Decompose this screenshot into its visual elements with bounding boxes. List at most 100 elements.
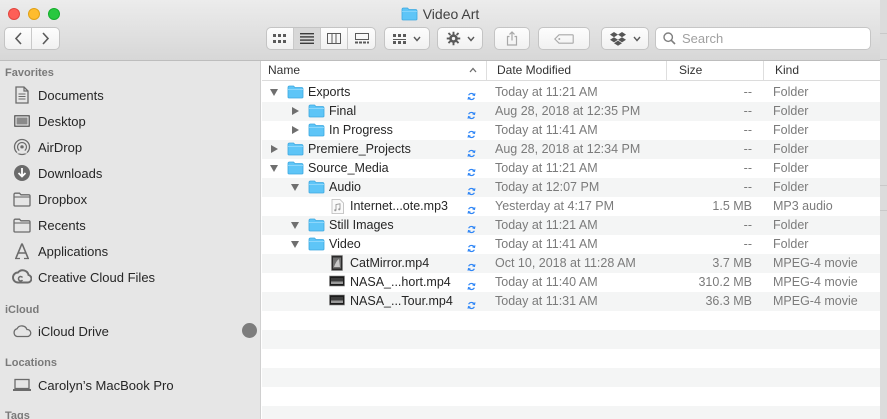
file-date-modified: Today at 12:07 PM	[495, 180, 600, 194]
file-size: 310.2 MB	[698, 275, 752, 289]
applications-icon	[12, 241, 32, 261]
disclosure-triangle-expanded-icon[interactable]	[270, 165, 278, 172]
file-date-modified: Today at 11:41 AM	[495, 237, 598, 251]
file-kind: Folder	[773, 180, 809, 194]
folder-icon	[401, 7, 418, 24]
sidebar-item-applications[interactable]: Applications	[12, 240, 108, 262]
disclosure-triangle-collapsed-icon[interactable]	[292, 126, 299, 134]
file-date-modified: Today at 11:21 AM	[495, 161, 598, 175]
file-row[interactable]: Source_Media Today at 11:21 AM -- Folder	[262, 159, 880, 178]
documents-icon	[12, 85, 32, 105]
file-size: --	[743, 237, 752, 251]
file-row[interactable]: NASA_...Tour.mp4 Today at 11:31 AM 36.3 MB…	[262, 292, 880, 311]
file-size: --	[743, 104, 752, 118]
disclosure-triangle-expanded-icon[interactable]	[291, 222, 299, 229]
column-header-kind[interactable]: Kind	[775, 61, 799, 80]
column-view-button[interactable]	[321, 28, 348, 49]
window-title-area: Video Art	[0, 6, 880, 24]
empty-row	[262, 330, 880, 349]
sidebar-item-downloads[interactable]: Downloads	[12, 162, 102, 184]
file-kind: MPEG-4 movie	[773, 256, 858, 270]
sidebar-item-label: Downloads	[38, 165, 103, 181]
disclosure-triangle-collapsed-icon[interactable]	[271, 145, 278, 153]
file-date-modified: Today at 11:21 AM	[495, 85, 598, 99]
icloud-progress-indicator	[242, 323, 257, 338]
file-kind: Folder	[773, 104, 809, 118]
action-menu-button[interactable]	[437, 27, 483, 50]
sidebar-item-recents[interactable]: Recents	[12, 214, 86, 236]
video-file-icon	[331, 255, 343, 274]
file-kind: Folder	[773, 142, 809, 156]
column-header-name[interactable]: Name	[268, 61, 300, 80]
gallery-icon	[354, 33, 369, 44]
file-row[interactable]: Final Aug 28, 2018 at 12:35 PM -- Folder	[262, 102, 880, 121]
sidebar-item-documents[interactable]: Documents	[12, 84, 104, 106]
column-header-size[interactable]: Size	[679, 61, 702, 80]
list-view-button[interactable]	[294, 28, 321, 49]
sidebar-item-airdrop[interactable]: AirDrop	[12, 136, 82, 158]
folder-icon	[308, 180, 325, 197]
sidebar: Favorites Documents Desktop AirDrop Down…	[0, 61, 261, 419]
forward-button[interactable]	[32, 28, 59, 49]
disclosure-triangle-expanded-icon[interactable]	[291, 241, 299, 248]
disclosure-triangle-expanded-icon[interactable]	[291, 184, 299, 191]
file-date-modified: Oct 10, 2018 at 11:28 AM	[495, 256, 636, 270]
search-input[interactable]	[680, 30, 864, 47]
file-kind: Folder	[773, 218, 809, 232]
sidebar-item-label: Recents	[38, 217, 86, 233]
file-row[interactable]: NASA_...hort.mp4 Today at 11:40 AM 310.2 M…	[262, 273, 880, 292]
file-date-modified: Aug 28, 2018 at 12:34 PM	[495, 142, 641, 156]
chevron-right-icon	[42, 32, 50, 45]
disclosure-triangle-expanded-icon[interactable]	[270, 89, 278, 96]
video-file-icon	[329, 275, 345, 290]
laptop-icon	[12, 375, 32, 395]
back-button[interactable]	[5, 28, 32, 49]
edit-tags-button[interactable]	[538, 27, 590, 50]
file-row[interactable]: CatMirror.mp4 Oct 10, 2018 at 11:28 AM 3.7…	[262, 254, 880, 273]
disclosure-triangle-collapsed-icon[interactable]	[292, 107, 299, 115]
file-date-modified: Today at 11:31 AM	[495, 294, 598, 308]
file-row[interactable]: In Progress Today at 11:41 AM -- Folder	[262, 121, 880, 140]
file-name: CatMirror.mp4	[350, 256, 430, 270]
file-date-modified: Today at 11:40 AM	[495, 275, 598, 289]
file-row[interactable]: Internet...ote.mp3 Yesterday at 4:17 PM 1.…	[262, 197, 880, 216]
file-row[interactable]: Exports Today at 11:21 AM -- Folder	[262, 83, 880, 102]
sidebar-item-creative-cloud-files[interactable]: Creative Cloud Files	[12, 266, 155, 288]
file-row[interactable]: Premiere_Projects Aug 28, 2018 at 12:34 P…	[262, 140, 880, 159]
dropbox-menu-button[interactable]	[601, 27, 649, 50]
file-name: In Progress	[329, 123, 393, 137]
gear-icon	[446, 31, 460, 46]
sidebar-item-icloud-drive[interactable]: iCloud Drive	[12, 320, 109, 342]
window-title: Video Art	[422, 6, 480, 22]
sidebar-item-macbook-pro[interactable]: Carolyn’s MacBook Pro	[12, 374, 174, 396]
search-field[interactable]	[655, 27, 871, 50]
file-row[interactable]: Audio Today at 12:07 PM -- Folder	[262, 178, 880, 197]
file-date-modified: Today at 11:41 AM	[495, 123, 598, 137]
group-by-button[interactable]	[384, 27, 430, 50]
sidebar-item-label: Dropbox	[38, 191, 88, 207]
gallery-view-button[interactable]	[348, 28, 375, 49]
sidebar-item-label: AirDrop	[38, 139, 83, 155]
file-kind: Folder	[773, 85, 809, 99]
file-row[interactable]: Video Today at 11:41 AM -- Folder	[262, 235, 880, 254]
recents-icon	[12, 215, 32, 235]
creative-cloud-icon	[12, 267, 32, 287]
tag-icon	[554, 33, 574, 44]
chevron-left-icon	[14, 32, 22, 45]
sidebar-section-header-locations: Locations	[5, 357, 57, 369]
airdrop-icon	[12, 137, 32, 157]
column-header-bar: Name Date Modified Size Kind	[262, 61, 880, 81]
icon-view-button[interactable]	[267, 28, 294, 49]
file-row[interactable]: Still Images Today at 11:21 AM -- Folder	[262, 216, 880, 235]
sidebar-item-dropbox[interactable]: Dropbox	[12, 188, 87, 210]
empty-row	[262, 406, 880, 419]
share-button[interactable]	[494, 27, 530, 50]
column-header-date-modified[interactable]: Date Modified	[497, 61, 571, 80]
background-window-edge	[880, 0, 887, 419]
sidebar-item-desktop[interactable]: Desktop	[12, 110, 86, 132]
empty-row	[262, 311, 880, 330]
folder-icon	[287, 142, 304, 159]
chevron-down-icon	[632, 36, 641, 42]
icloud-icon	[12, 321, 32, 341]
folder-icon	[308, 123, 325, 140]
